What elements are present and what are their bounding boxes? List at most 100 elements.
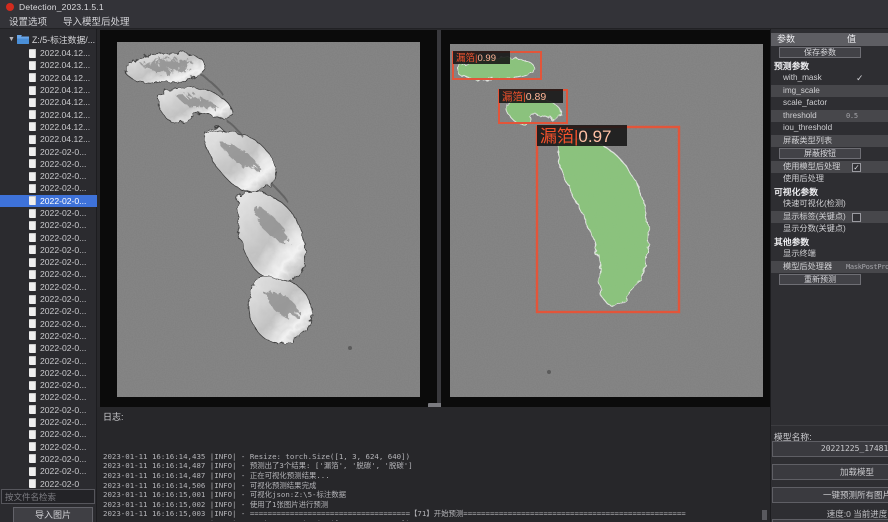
file-icon <box>29 479 36 488</box>
parameter-row[interactable]: iou_threshold <box>771 122 888 135</box>
parameter-label[interactable]: 快速可视化(检测) <box>771 198 888 211</box>
parameter-label[interactable]: 可视化参数 <box>771 186 888 199</box>
parameter-row[interactable]: 使用模型后处理 ✓ <box>771 161 888 174</box>
file-tree-item[interactable]: 2022-02-0... <box>0 281 97 293</box>
file-tree-item[interactable]: 2022-02-0... <box>0 145 97 157</box>
parameter-row[interactable]: 屏蔽类型列表 <box>771 135 888 148</box>
parameter-row[interactable]: scale_factor <box>771 97 888 110</box>
file-tree-item[interactable]: 2022-02-0... <box>0 330 97 342</box>
parameter-label[interactable]: iou_threshold <box>771 122 888 135</box>
title-bar[interactable]: Detection_2023.1.5.1 <box>0 0 888 14</box>
file-tree-item[interactable]: 2022-02-0... <box>0 318 97 330</box>
tree-expand-arrow-icon[interactable]: ▼ <box>8 36 17 43</box>
file-tree-item[interactable]: 2022-02-0... <box>0 182 97 194</box>
file-tree-item[interactable]: 2022-02-0... <box>0 428 97 440</box>
tree-root-folder[interactable]: ▼ Z:/5-标注数据/... <box>0 33 97 46</box>
parameter-row[interactable]: 显示终端 <box>771 248 888 261</box>
parameter-label[interactable]: 保存参数 <box>779 47 861 58</box>
file-tree-item[interactable]: 2022-02-0... <box>0 170 97 182</box>
parameter-label[interactable]: 其他参数 <box>771 236 888 249</box>
parameter-label[interactable]: 显示标签(关键点) <box>771 211 888 224</box>
file-tree-item[interactable]: 2022-02-0... <box>0 354 97 366</box>
file-tree-item[interactable]: 2022-02-0 <box>0 477 97 488</box>
parameter-row[interactable]: 预测参数 <box>771 60 888 73</box>
file-tree-item[interactable]: 2022-02-0... <box>0 367 97 379</box>
parameter-label[interactable]: scale_factor <box>771 97 888 110</box>
load-model-button[interactable]: 加载模型 <box>772 464 888 480</box>
file-tree-item[interactable]: 2022-02-0... <box>0 379 97 391</box>
log-area[interactable]: 日志: 2023-01-11 16:16:14,435 |INFO| - Res… <box>97 407 770 522</box>
file-tree-item[interactable]: 2022-02-0... <box>0 219 97 231</box>
file-icon <box>29 73 36 82</box>
log-scrollbar[interactable] <box>762 510 767 520</box>
parameter-row[interactable]: 可视化参数 <box>771 186 888 199</box>
file-tree-item[interactable]: 2022.04.12... <box>0 108 97 120</box>
file-tree-item[interactable]: 2022-02-0... <box>0 195 97 207</box>
file-tree-item[interactable]: 2022-02-0... <box>0 207 97 219</box>
file-tree-item[interactable]: 2022-02-0... <box>0 404 97 416</box>
predict-all-button[interactable]: 一键预测所有图片 <box>772 487 888 503</box>
parameter-row[interactable]: img_scale <box>771 85 888 98</box>
parameter-label[interactable]: 显示分数(关键点) <box>771 223 888 236</box>
file-tree-item[interactable]: 2022-02-0... <box>0 231 97 243</box>
parameter-value[interactable]: MaskPostPro <box>846 261 888 274</box>
prediction-image-panel[interactable]: 漏箔|0.99 漏箔|0.89 漏箔|0.97 <box>441 30 770 407</box>
parameter-value[interactable]: ✓ <box>856 72 864 85</box>
parameter-row[interactable]: 使用后处理 <box>771 173 888 186</box>
menu-item[interactable]: 设置选项 <box>9 14 47 28</box>
parameter-label[interactable]: img_scale <box>771 85 888 98</box>
parameter-row[interactable]: 其他参数 <box>771 236 888 249</box>
parameter-row[interactable]: 显示标签(关键点) <box>771 211 888 224</box>
file-icon <box>29 270 36 279</box>
parameter-label[interactable]: 使用后处理 <box>771 173 888 186</box>
parameter-value[interactable]: ✓ <box>852 163 861 172</box>
file-tree-item[interactable]: 2022-02-0... <box>0 305 97 317</box>
parameter-row[interactable]: with_mask ✓ <box>771 72 888 85</box>
file-tree-item[interactable]: 2022.04.12... <box>0 133 97 145</box>
parameter-label[interactable]: 显示终端 <box>771 248 888 261</box>
file-tree-item[interactable]: 2022-02-0... <box>0 256 97 268</box>
parameter-value[interactable]: 0.5 <box>846 110 888 123</box>
file-tree-item[interactable]: 2022-02-0... <box>0 268 97 280</box>
parameter-label[interactable]: 重新预测 <box>779 274 861 285</box>
file-tree[interactable]: 2022.04.12... 2022.04.12... 2022.04.12..… <box>0 47 97 488</box>
file-tree-item[interactable]: 2022-02-0... <box>0 441 97 453</box>
file-icon <box>29 209 36 218</box>
file-tree-item[interactable]: 2022.04.12... <box>0 121 97 133</box>
file-tree-item[interactable]: 2022-02-0... <box>0 244 97 256</box>
parameter-row[interactable]: threshold 0.5 <box>771 110 888 123</box>
file-tree-item[interactable]: 2022-02-0... <box>0 342 97 354</box>
original-image-panel[interactable] <box>100 30 437 407</box>
parameter-label[interactable]: 使用模型后处理 <box>771 161 888 174</box>
file-tree-item[interactable]: 2022-02-0... <box>0 453 97 465</box>
file-tree-item[interactable]: 2022.04.12... <box>0 72 97 84</box>
parameter-row[interactable]: 模型后处理器 MaskPostPro <box>771 261 888 274</box>
svg-text:漏箔|0.97: 漏箔|0.97 <box>540 127 612 146</box>
parameter-label[interactable]: with_mask <box>771 72 888 85</box>
file-tree-item[interactable]: 2022.04.12... <box>0 59 97 71</box>
file-tree-item[interactable]: 2022-02-0... <box>0 293 97 305</box>
log-line: 2023-01-11 16:16:14,435 |INFO| - Resize:… <box>103 452 767 462</box>
parameter-row[interactable]: 保存参数 <box>771 47 888 60</box>
parameter-row[interactable]: 屏蔽按钮 <box>771 148 888 161</box>
parameter-value[interactable] <box>852 213 861 222</box>
parameter-row[interactable]: 显示分数(关键点) <box>771 223 888 236</box>
parameter-row[interactable]: 重新预测 <box>771 274 888 287</box>
parameter-label[interactable]: 屏蔽类型列表 <box>771 135 888 148</box>
file-tree-item[interactable]: 2022-02-0... <box>0 416 97 428</box>
import-images-button[interactable]: 导入图片 <box>13 507 93 522</box>
file-tree-item[interactable]: 2022-02-0... <box>0 391 97 403</box>
parameter-label[interactable]: 预测参数 <box>771 60 888 73</box>
filename-search-input[interactable] <box>1 489 95 504</box>
model-name-field[interactable]: 20221225_174813 <box>772 441 888 457</box>
parameters-panel: 参数 值 保存参数 预测参数 with_mask ✓ <box>770 29 888 522</box>
file-tree-item[interactable]: 2022.04.12... <box>0 47 97 59</box>
parameter-row[interactable]: 快速可视化(检测) <box>771 198 888 211</box>
file-icon <box>29 467 36 476</box>
file-tree-item[interactable]: 2022-02-0... <box>0 465 97 477</box>
file-tree-item[interactable]: 2022.04.12... <box>0 84 97 96</box>
file-tree-item[interactable]: 2022-02-0... <box>0 158 97 170</box>
parameter-label[interactable]: 屏蔽按钮 <box>779 148 861 159</box>
file-tree-item[interactable]: 2022.04.12... <box>0 96 97 108</box>
menu-item[interactable]: 导入模型后处理 <box>63 14 130 28</box>
